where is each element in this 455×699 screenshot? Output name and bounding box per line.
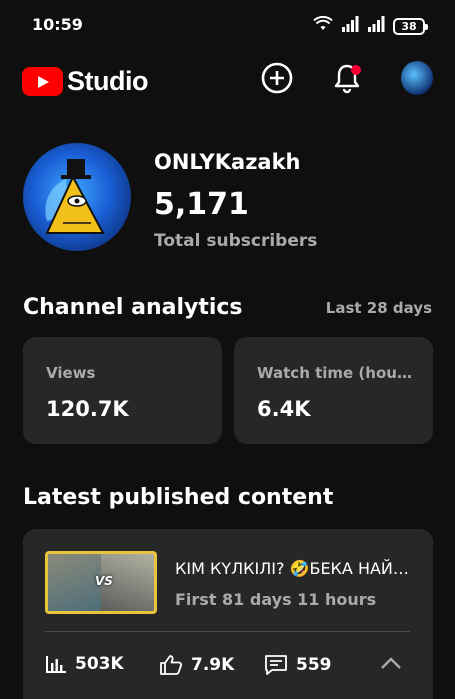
notifications-button[interactable] [331,62,363,94]
views-value: 120.7K [46,397,129,421]
app-actions [261,61,433,95]
video-comments-value: 559 [296,655,332,675]
video-views-value: 503K [75,654,124,674]
video-likes-stat: 7.9K [159,654,234,676]
app-bar: Studio [0,52,455,110]
collapse-button[interactable] [380,655,402,674]
youtube-play-icon [22,67,63,96]
watch-time-label: Watch time (hours) [257,364,413,382]
subscriber-count: 5,171 [154,187,249,222]
thumbnail-left-image [48,554,101,611]
subscriber-label: Total subscribers [154,231,318,251]
account-avatar [401,61,433,95]
divider [45,631,410,632]
watch-time-card[interactable]: Watch time (hours) 6.4K [234,337,433,444]
battery-icon: 38 [393,17,428,35]
status-icons: 38 [313,15,428,36]
account-button[interactable] [401,61,433,95]
latest-video-card[interactable]: VS КІМ КҮЛКІЛІ? 🤣БЕКА НАЙЗА First 81 day… [23,529,433,699]
views-label: Views [46,364,96,382]
notification-badge [351,65,361,75]
latest-content-title: Latest published content [23,485,334,510]
channel-header: ONLYKazakh 5,171 Total subscribers [23,143,433,253]
logo-text: Studio [67,66,148,96]
studio-logo[interactable]: Studio [22,66,148,97]
signal-icon [341,16,359,36]
thumbs-up-icon [160,655,183,675]
bar-chart-icon [46,656,66,673]
thumbnail-vs-graphic: VS [95,574,113,588]
wifi-icon [313,15,333,36]
video-thumbnail[interactable]: VS [45,551,157,614]
comment-icon [265,655,287,675]
analytics-period[interactable]: Last 28 days [326,299,432,317]
channel-avatar[interactable] [23,143,131,251]
create-icon [261,62,293,94]
status-bar: 10:59 38 [0,0,455,52]
create-button[interactable] [261,62,293,94]
video-views-stat: 503K [45,654,124,674]
analytics-title: Channel analytics [23,295,243,320]
signal-icon [367,16,385,36]
video-meta: First 81 days 11 hours [175,590,377,609]
views-card[interactable]: Views 120.7K [23,337,222,444]
watch-time-value: 6.4K [257,397,311,421]
video-title[interactable]: КІМ КҮЛКІЛІ? 🤣БЕКА НАЙЗА [175,559,411,578]
video-comments-stat: 559 [264,654,332,676]
video-stats: 503K 7.9K 559 [45,654,410,680]
chevron-up-icon [381,657,401,669]
video-likes-value: 7.9K [191,655,235,675]
channel-name: ONLYKazakh [154,150,301,174]
status-time: 10:59 [32,15,83,34]
